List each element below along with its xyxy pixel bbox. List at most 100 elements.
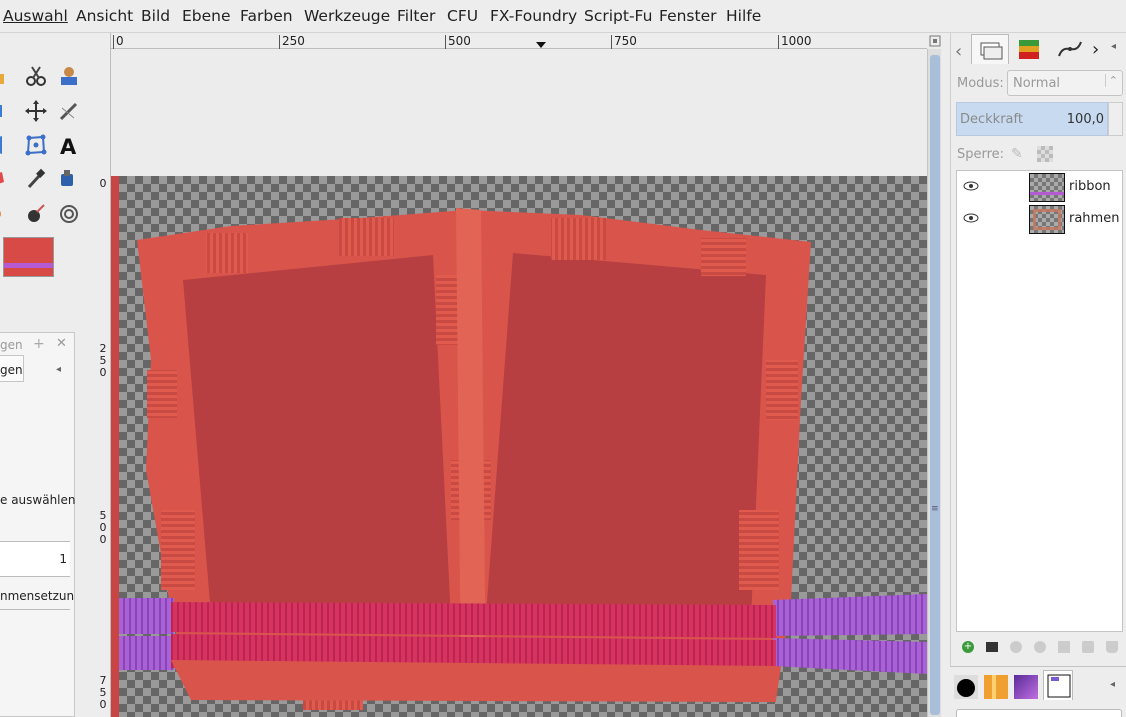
lock-label: Sperre: bbox=[957, 147, 1005, 162]
dock-tab[interactable]: gen bbox=[0, 355, 24, 382]
tab-patterns[interactable] bbox=[984, 675, 1010, 701]
perspective-tool-icon[interactable] bbox=[0, 132, 14, 158]
value-field[interactable]: 1 bbox=[0, 541, 70, 577]
vertical-ruler[interactable]: 0 250 500 750 bbox=[95, 33, 111, 717]
duplicate-layer-icon[interactable] bbox=[1058, 641, 1070, 653]
menu-cfu[interactable]: CFU bbox=[447, 7, 478, 25]
tab-gradients[interactable] bbox=[1014, 675, 1040, 701]
mode-select[interactable]: Normal ⌃ bbox=[1007, 70, 1123, 96]
fuzzy-select-tool-icon[interactable] bbox=[0, 63, 14, 89]
tab-documents[interactable] bbox=[1043, 670, 1073, 700]
smudge-tool-icon[interactable] bbox=[23, 201, 49, 227]
gimp-window: { "menu": { "items": ["Auswahl","Ansicht… bbox=[0, 0, 1126, 717]
gradient-icon bbox=[1014, 675, 1038, 699]
visibility-eye-icon[interactable] bbox=[963, 213, 979, 223]
close-icon[interactable]: ✕ bbox=[56, 336, 67, 351]
cage-transform-tool-icon[interactable] bbox=[23, 132, 49, 158]
layer-thumbnail bbox=[1029, 205, 1065, 234]
menu-ansicht[interactable]: Ansicht bbox=[76, 7, 133, 25]
ribbon-pink-top bbox=[171, 602, 776, 638]
layer-name[interactable]: ribbon bbox=[1069, 179, 1111, 194]
layer-thumbnail bbox=[1029, 173, 1065, 202]
filter-input[interactable] bbox=[956, 709, 1122, 717]
layer-list: ribbon rahmen bbox=[956, 170, 1123, 632]
opacity-slider[interactable]: Deckkraft 100,0 bbox=[956, 102, 1108, 136]
scrollbar-thumb[interactable] bbox=[930, 55, 940, 715]
menu-auswahl[interactable]: Auswahl bbox=[3, 7, 68, 25]
crop-knife-tool-icon[interactable] bbox=[56, 98, 82, 124]
dock-menu-icon[interactable]: ◂ bbox=[56, 364, 61, 375]
menu-filter[interactable]: Filter bbox=[397, 7, 435, 25]
layer-buttons-bar: + bbox=[960, 641, 1120, 657]
eraser-tool-icon[interactable] bbox=[0, 166, 14, 192]
layer-row-rahmen[interactable]: rahmen bbox=[957, 203, 1122, 235]
clone-tool-icon[interactable] bbox=[0, 201, 14, 227]
menu-hilfe[interactable]: Hilfe bbox=[726, 7, 761, 25]
layer-row-ribbon[interactable]: ribbon bbox=[957, 171, 1122, 203]
layer-name[interactable]: rahmen bbox=[1069, 211, 1119, 226]
canvas-vertical-scrollbar[interactable]: ≡ bbox=[927, 49, 941, 717]
ribbon-purple-left-top bbox=[119, 598, 174, 634]
menu-script-fu[interactable]: Script-Fu bbox=[584, 7, 652, 25]
menu-farben[interactable]: Farben bbox=[240, 7, 293, 25]
tab-brushes[interactable] bbox=[954, 675, 980, 701]
bucket-fill-tool-icon[interactable] bbox=[56, 166, 82, 192]
zoom-corner[interactable] bbox=[928, 33, 942, 49]
divider bbox=[0, 609, 70, 610]
channels-icon bbox=[1019, 40, 1039, 59]
bottom-dock: ◂ bbox=[950, 666, 1126, 717]
left-dock-panel: gen + ✕ gen ◂ e auswählen 1 nmensetzun bbox=[0, 332, 76, 717]
foreground-select-tool-icon[interactable] bbox=[56, 63, 82, 89]
dodge-burn-tool-icon[interactable] bbox=[56, 201, 82, 227]
layers-icon bbox=[980, 42, 1003, 60]
brush-icon bbox=[954, 675, 978, 699]
paths-icon bbox=[1058, 41, 1082, 57]
mode-label: Modus: bbox=[957, 76, 1004, 91]
ribbon-purple-right-top bbox=[773, 594, 927, 636]
right-photo-area bbox=[486, 253, 766, 620]
image-canvas[interactable] bbox=[111, 50, 927, 717]
artwork bbox=[119, 208, 927, 710]
dock-title: gen bbox=[0, 338, 23, 352]
new-group-icon[interactable] bbox=[986, 642, 998, 652]
color-picker-tool-icon[interactable] bbox=[23, 166, 49, 192]
lock-alpha-icon[interactable] bbox=[1037, 146, 1053, 162]
text-tool-icon[interactable]: A bbox=[56, 132, 82, 158]
tab-channels[interactable] bbox=[1011, 34, 1049, 64]
menu-fenster[interactable]: Fenster bbox=[659, 7, 717, 25]
tab-layers[interactable] bbox=[971, 34, 1009, 64]
ribbon-purple-left-bottom bbox=[119, 636, 174, 670]
document-icon bbox=[1047, 674, 1071, 698]
select-label: e auswählen bbox=[0, 493, 76, 507]
menu-werkzeuge[interactable]: Werkzeuge bbox=[304, 7, 390, 25]
opacity-spin-buttons[interactable] bbox=[1108, 102, 1123, 136]
tab-scroll-left-icon[interactable]: ‹ bbox=[955, 41, 962, 62]
move-tool-icon[interactable] bbox=[23, 98, 49, 124]
horizontal-ruler[interactable]: 0 250 500 750 1000 bbox=[111, 33, 927, 49]
ribbon-purple-right-bottom bbox=[773, 638, 927, 674]
scroll-grip-icon: ≡ bbox=[931, 504, 939, 514]
visibility-eye-icon[interactable] bbox=[963, 181, 979, 191]
menu-ebene[interactable]: Ebene bbox=[182, 7, 231, 25]
anchor-layer-icon[interactable] bbox=[1082, 641, 1094, 653]
add-tab-icon[interactable]: + bbox=[33, 336, 45, 352]
align-tool-icon[interactable] bbox=[0, 98, 14, 124]
dock-menu-icon[interactable]: ◂ bbox=[1111, 41, 1116, 52]
new-layer-icon[interactable]: + bbox=[962, 641, 974, 653]
svg-text:A: A bbox=[60, 135, 77, 156]
compose-label: nmensetzun bbox=[0, 589, 75, 603]
ruler-pointer-marker bbox=[536, 42, 546, 48]
menu-bild[interactable]: Bild bbox=[141, 7, 170, 25]
dock-menu-icon[interactable]: ◂ bbox=[1110, 679, 1115, 690]
tab-paths[interactable] bbox=[1051, 34, 1089, 64]
mode-dropdown-icon: ⌃ bbox=[1104, 74, 1118, 87]
raise-layer-icon[interactable] bbox=[1010, 641, 1022, 653]
menu-fx-foundry[interactable]: FX-Foundry bbox=[490, 7, 577, 25]
delete-layer-icon[interactable] bbox=[1106, 641, 1118, 653]
tab-scroll-right-icon[interactable]: › bbox=[1092, 39, 1099, 60]
lower-layer-icon[interactable] bbox=[1034, 641, 1046, 653]
lock-pixels-icon[interactable]: ✎ bbox=[1011, 146, 1023, 162]
scissors-select-tool-icon[interactable] bbox=[23, 63, 49, 89]
left-photo-area bbox=[183, 255, 451, 620]
active-image-thumbnail[interactable] bbox=[3, 237, 54, 277]
